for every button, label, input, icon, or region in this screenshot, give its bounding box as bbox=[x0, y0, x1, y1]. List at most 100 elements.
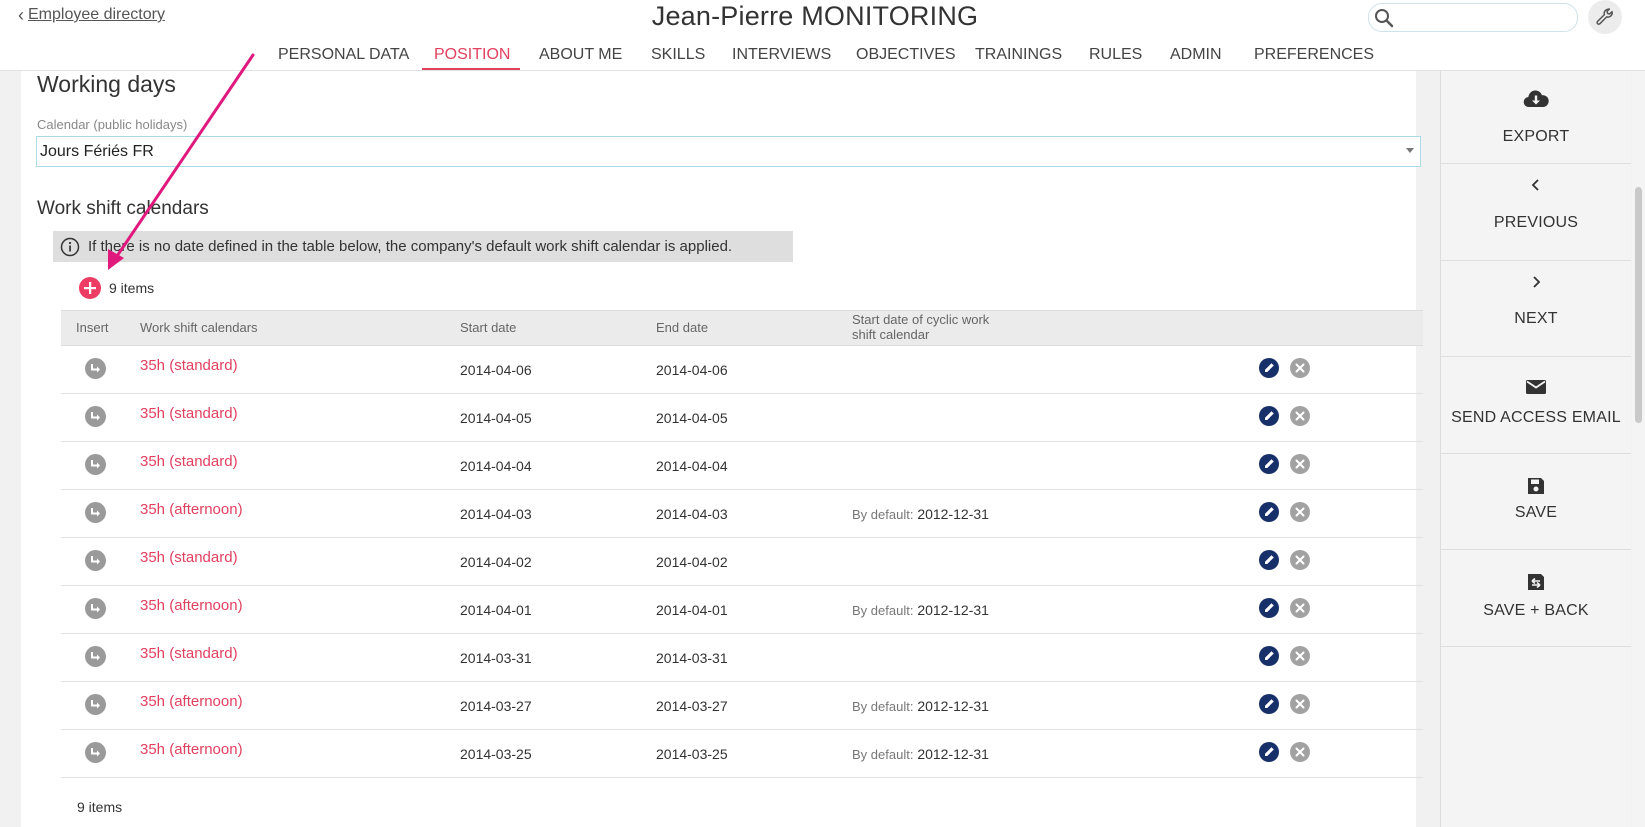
insert-arrow-icon bbox=[91, 460, 100, 469]
cyclic-start-date-cell: By default: 2012-12-31 bbox=[852, 746, 989, 762]
start-date-cell: 2014-04-01 bbox=[460, 602, 532, 618]
insert-row-button[interactable] bbox=[85, 694, 106, 715]
pencil-icon bbox=[1265, 651, 1274, 660]
end-date-cell: 2014-03-25 bbox=[656, 746, 728, 762]
pencil-icon bbox=[1265, 507, 1274, 516]
settings-button[interactable] bbox=[1588, 0, 1622, 34]
previous-button[interactable]: PREVIOUS bbox=[1441, 164, 1631, 261]
delete-row-button[interactable] bbox=[1290, 646, 1310, 666]
work-shift-calendar-link[interactable]: 35h (standard) bbox=[140, 645, 238, 662]
edit-row-button[interactable] bbox=[1259, 358, 1279, 378]
tab-about-me[interactable]: ABOUT ME bbox=[539, 46, 622, 64]
edit-row-button[interactable] bbox=[1259, 598, 1279, 618]
table-header: Insert Work shift calendars Start date E… bbox=[61, 310, 1423, 346]
delete-row-button[interactable] bbox=[1290, 742, 1310, 762]
close-icon bbox=[1295, 507, 1305, 517]
work-shift-calendar-link[interactable]: 35h (afternoon) bbox=[140, 501, 243, 518]
search-field[interactable] bbox=[1368, 3, 1578, 32]
edit-row-button[interactable] bbox=[1259, 406, 1279, 426]
cyclic-start-date-cell: By default: 2012-12-31 bbox=[852, 506, 989, 522]
work-shift-calendar-link[interactable]: 35h (standard) bbox=[140, 405, 238, 422]
cyclic-default-value: 2012-12-31 bbox=[917, 602, 989, 618]
floppy-disk-icon bbox=[1441, 476, 1631, 496]
edit-row-button[interactable] bbox=[1259, 646, 1279, 666]
work-shift-calendar-link[interactable]: 35h (standard) bbox=[140, 549, 238, 566]
insert-row-button[interactable] bbox=[85, 646, 106, 667]
work-shift-calendar-link[interactable]: 35h (afternoon) bbox=[140, 693, 243, 710]
table-row: 35h (afternoon) 2014-04-03 2014-04-03 By… bbox=[61, 490, 1423, 538]
items-count: 9 items bbox=[109, 280, 155, 296]
tab-personal-data[interactable]: PERSONAL DATA bbox=[278, 46, 409, 64]
delete-row-button[interactable] bbox=[1290, 694, 1310, 714]
insert-row-button[interactable] bbox=[85, 454, 106, 475]
calendar-field-label: Calendar (public holidays) bbox=[37, 117, 188, 132]
scrollbar-thumb[interactable] bbox=[1635, 187, 1642, 423]
delete-row-button[interactable] bbox=[1290, 454, 1310, 474]
work-shift-calendar-link[interactable]: 35h (afternoon) bbox=[140, 741, 243, 758]
save-back-icon bbox=[1441, 572, 1631, 592]
cyclic-default-label: By default: bbox=[852, 507, 914, 522]
tab-preferences[interactable]: PREFERENCES bbox=[1254, 46, 1374, 64]
save-and-back-button[interactable]: SAVE + BACK bbox=[1441, 550, 1631, 647]
vertical-scrollbar[interactable] bbox=[1632, 71, 1645, 827]
insert-row-button[interactable] bbox=[85, 502, 106, 523]
save-button[interactable]: SAVE bbox=[1441, 454, 1631, 550]
delete-row-button[interactable] bbox=[1290, 406, 1310, 426]
insert-row-button[interactable] bbox=[85, 358, 106, 379]
tab-rules[interactable]: RULES bbox=[1089, 46, 1142, 64]
end-date-cell: 2014-04-04 bbox=[656, 458, 728, 474]
tab-admin[interactable]: ADMIN bbox=[1170, 46, 1222, 64]
edit-row-button[interactable] bbox=[1259, 502, 1279, 522]
close-icon bbox=[1295, 411, 1305, 421]
close-icon bbox=[1295, 699, 1305, 709]
tab-objectives[interactable]: OBJECTIVES bbox=[856, 46, 956, 64]
edit-row-button[interactable] bbox=[1259, 742, 1279, 762]
insert-row-button[interactable] bbox=[85, 406, 106, 427]
col-cyclic-line2: shift calendar bbox=[852, 327, 930, 342]
search-input[interactable] bbox=[1399, 7, 1571, 28]
work-shift-calendar-link[interactable]: 35h (standard) bbox=[140, 357, 238, 374]
calendar-select[interactable]: Jours Fériés FR bbox=[36, 136, 1421, 167]
col-cyclic-start-date: Start date of cyclic work shift calendar bbox=[852, 312, 989, 342]
cyclic-default-value: 2012-12-31 bbox=[917, 698, 989, 714]
delete-row-button[interactable] bbox=[1290, 550, 1310, 570]
table-row: 35h (standard) 2014-04-05 2014-04-05 bbox=[61, 394, 1423, 442]
tab-bar: PERSONAL DATA POSITION ABOUT ME SKILLS I… bbox=[0, 46, 1400, 70]
work-shift-calendar-link[interactable]: 35h (afternoon) bbox=[140, 597, 243, 614]
tab-position[interactable]: POSITION bbox=[434, 46, 510, 64]
tab-skills[interactable]: SKILLS bbox=[651, 46, 705, 64]
insert-row-button[interactable] bbox=[85, 550, 106, 571]
send-access-email-label: SEND ACCESS EMAIL bbox=[1451, 409, 1621, 426]
export-button[interactable]: EXPORT bbox=[1441, 71, 1631, 164]
insert-row-button[interactable] bbox=[85, 598, 106, 619]
delete-row-button[interactable] bbox=[1290, 358, 1310, 378]
edit-row-button[interactable] bbox=[1259, 454, 1279, 474]
next-button[interactable]: NEXT bbox=[1441, 261, 1631, 357]
delete-row-button[interactable] bbox=[1290, 598, 1310, 618]
pencil-icon bbox=[1265, 411, 1274, 420]
start-date-cell: 2014-04-05 bbox=[460, 410, 532, 426]
edit-row-button[interactable] bbox=[1259, 694, 1279, 714]
end-date-cell: 2014-04-02 bbox=[656, 554, 728, 570]
cyclic-default-label: By default: bbox=[852, 699, 914, 714]
col-start-date: Start date bbox=[460, 320, 517, 335]
insert-row-button[interactable] bbox=[85, 742, 106, 763]
send-access-email-button[interactable]: SEND ACCESS EMAIL bbox=[1441, 357, 1631, 454]
tab-trainings[interactable]: TRAININGS bbox=[975, 46, 1062, 64]
add-work-shift-button[interactable] bbox=[79, 277, 101, 299]
start-date-cell: 2014-03-25 bbox=[460, 746, 532, 762]
delete-row-button[interactable] bbox=[1290, 502, 1310, 522]
close-icon bbox=[1295, 747, 1305, 757]
search-icon bbox=[1375, 9, 1394, 28]
tab-interviews[interactable]: INTERVIEWS bbox=[732, 46, 831, 64]
table-row: 35h (standard) 2014-04-04 2014-04-04 bbox=[61, 442, 1423, 490]
pencil-icon bbox=[1265, 363, 1274, 372]
start-date-cell: 2014-04-04 bbox=[460, 458, 532, 474]
end-date-cell: 2014-04-05 bbox=[656, 410, 728, 426]
end-date-cell: 2014-04-01 bbox=[656, 602, 728, 618]
insert-arrow-icon bbox=[91, 364, 100, 373]
edit-row-button[interactable] bbox=[1259, 550, 1279, 570]
work-shift-calendar-link[interactable]: 35h (standard) bbox=[140, 453, 238, 470]
insert-arrow-icon bbox=[91, 508, 100, 517]
save-and-back-label: SAVE + BACK bbox=[1483, 602, 1589, 619]
